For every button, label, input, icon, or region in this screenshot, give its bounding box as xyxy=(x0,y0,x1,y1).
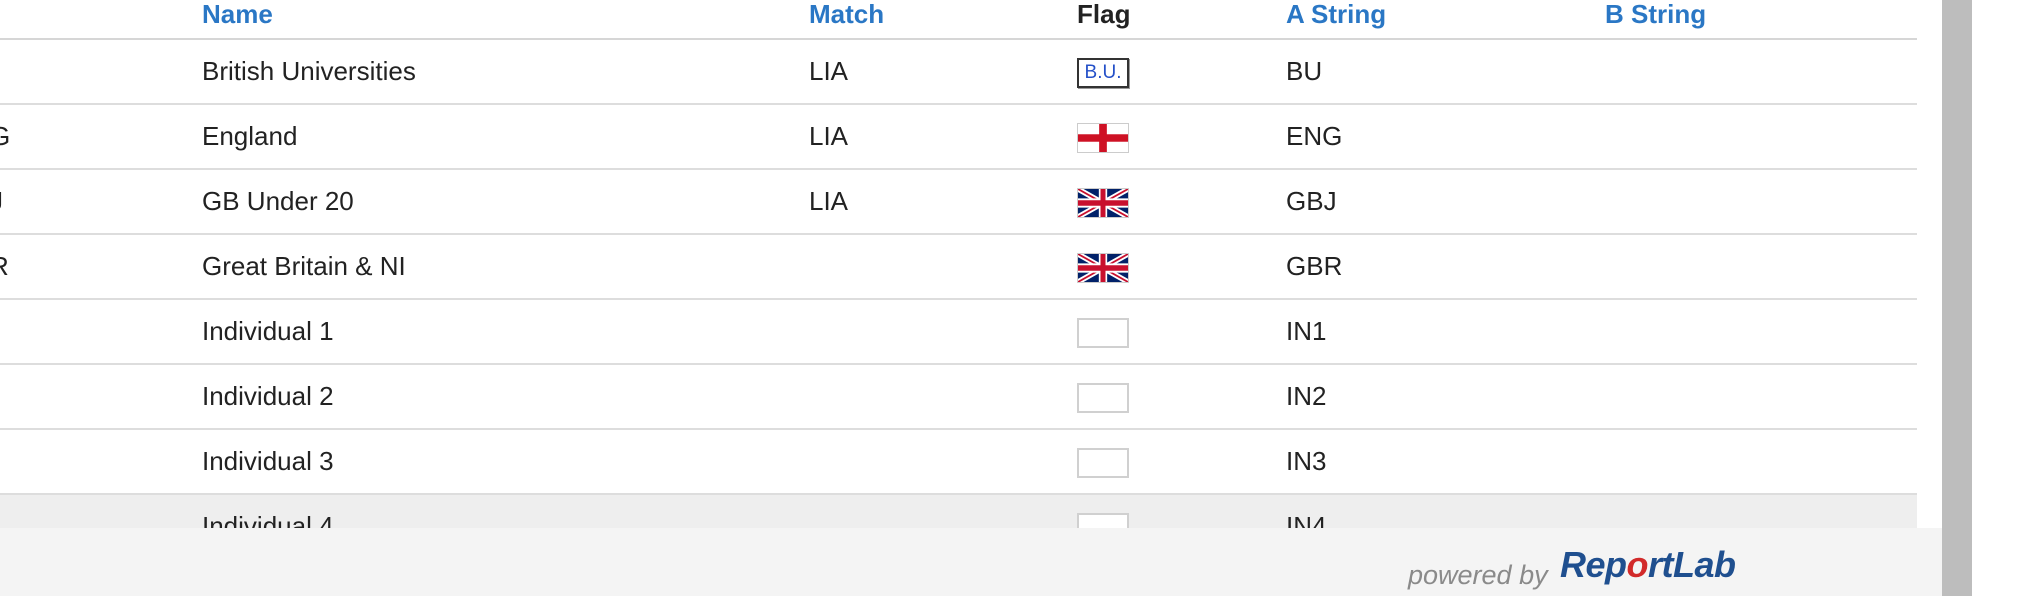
cell-b-string xyxy=(1605,234,1917,300)
table-row[interactable]: Individual 1 IN1 xyxy=(0,299,1917,365)
cell-match xyxy=(809,364,1077,430)
cell-match xyxy=(809,234,1077,300)
union-jack-flag-icon xyxy=(1077,187,1129,218)
cell-match: LIA xyxy=(809,39,1077,105)
column-header-code[interactable]: de xyxy=(0,0,202,40)
cell-b-string xyxy=(1605,104,1917,170)
cell-code xyxy=(0,39,202,105)
cell-code xyxy=(0,364,202,430)
cell-match: LIA xyxy=(809,169,1077,235)
cell-code xyxy=(0,299,202,365)
cell-name: British Universities xyxy=(202,39,809,105)
logo-text-prefix: Rep xyxy=(1560,544,1627,585)
cell-b-string xyxy=(1605,299,1917,365)
column-header-match[interactable]: Match xyxy=(809,0,1077,40)
cell-match xyxy=(809,429,1077,495)
cell-a-string: GBR xyxy=(1286,234,1605,300)
table-header-row: de Name Match Flag A String B String xyxy=(0,0,1917,40)
cell-name: GB Under 20 xyxy=(202,169,809,235)
table-row[interactable]: J GB Under 20 LIA xyxy=(0,169,1917,235)
scroll-viewport: de Name Match Flag A String B String Bri… xyxy=(0,0,1942,596)
cell-a-string: IN2 xyxy=(1286,364,1605,430)
cell-b-string xyxy=(1605,39,1917,105)
cell-a-string: IN3 xyxy=(1286,429,1605,495)
vertical-scrollbar[interactable] xyxy=(1942,0,1972,596)
table-row[interactable]: Individual 3 IN3 xyxy=(0,429,1917,495)
column-header-flag: Flag xyxy=(1077,0,1286,40)
cell-a-string: ENG xyxy=(1286,104,1605,170)
cell-b-string xyxy=(1605,364,1917,430)
logo-text-suffix: rtLab xyxy=(1648,544,1736,585)
table-row[interactable]: Individual 2 IN2 xyxy=(0,364,1917,430)
table-row[interactable]: G England LIA ENG xyxy=(0,104,1917,170)
england-flag-icon xyxy=(1077,122,1129,153)
cell-code: J xyxy=(0,169,202,235)
cell-flag xyxy=(1077,234,1286,300)
cell-match: LIA xyxy=(809,104,1077,170)
cell-a-string: IN1 xyxy=(1286,299,1605,365)
column-header-a-string[interactable]: A String xyxy=(1286,0,1605,40)
cell-flag xyxy=(1077,429,1286,495)
cell-a-string: GBJ xyxy=(1286,169,1605,235)
logo-text-accent: o xyxy=(1626,544,1649,585)
blank-flag-icon xyxy=(1077,447,1129,478)
cell-name: Individual 2 xyxy=(202,364,809,430)
reportlab-logo[interactable]: ReportLab xyxy=(1560,544,1736,586)
table-row[interactable]: R Great Britain & NI xyxy=(0,234,1917,300)
cell-name: England xyxy=(202,104,809,170)
cell-flag xyxy=(1077,169,1286,235)
teams-table: de Name Match Flag A String B String Bri… xyxy=(0,0,1917,560)
union-jack-flag-icon xyxy=(1077,252,1129,283)
cell-code: R xyxy=(0,234,202,300)
cell-b-string xyxy=(1605,169,1917,235)
cell-name: Individual 3 xyxy=(202,429,809,495)
cell-flag xyxy=(1077,104,1286,170)
powered-by-text: powered by xyxy=(1408,560,1548,590)
cell-match xyxy=(809,299,1077,365)
cell-flag: B.U. xyxy=(1077,39,1286,105)
column-header-name[interactable]: Name xyxy=(202,0,809,40)
cell-name: Great Britain & NI xyxy=(202,234,809,300)
table-row[interactable]: British Universities LIA B.U. BU xyxy=(0,39,1917,105)
footer-bar: powered by ReportLab xyxy=(0,528,1942,596)
cell-flag xyxy=(1077,364,1286,430)
blank-flag-icon xyxy=(1077,382,1129,413)
blank-flag-icon xyxy=(1077,317,1129,348)
cell-code: G xyxy=(0,104,202,170)
cell-a-string: BU xyxy=(1286,39,1605,105)
bu-badge-icon: B.U. xyxy=(1077,57,1129,88)
cell-flag xyxy=(1077,299,1286,365)
column-header-b-string[interactable]: B String xyxy=(1605,0,1917,40)
cell-name: Individual 1 xyxy=(202,299,809,365)
cell-b-string xyxy=(1605,429,1917,495)
cell-code xyxy=(0,429,202,495)
teams-table-wrapper: de Name Match Flag A String B String Bri… xyxy=(0,0,1917,560)
